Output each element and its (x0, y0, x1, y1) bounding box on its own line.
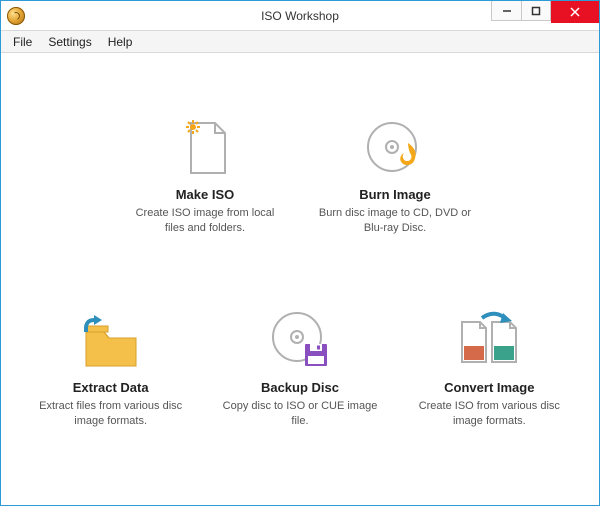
window-controls (491, 1, 599, 30)
make-iso-card[interactable]: Make ISO Create ISO image from local fil… (125, 113, 285, 236)
minimize-icon (502, 6, 512, 16)
close-icon (569, 6, 581, 18)
convert-image-desc: Create ISO from various disc image forma… (409, 399, 569, 429)
make-iso-title: Make ISO (125, 187, 285, 202)
action-grid: Make ISO Create ISO image from local fil… (21, 113, 579, 428)
make-iso-desc: Create ISO image from local files and fo… (125, 206, 285, 236)
menu-settings[interactable]: Settings (40, 33, 99, 51)
backup-disc-desc: Copy disc to ISO or CUE image file. (220, 399, 380, 429)
make-iso-icon (125, 113, 285, 177)
extract-data-card[interactable]: Extract Data Extract files from various … (31, 306, 191, 429)
extract-data-icon (31, 306, 191, 370)
maximize-icon (531, 6, 541, 16)
menu-file[interactable]: File (5, 33, 40, 51)
app-icon (7, 7, 25, 25)
maximize-button[interactable] (521, 1, 551, 21)
backup-disc-title: Backup Disc (220, 380, 380, 395)
burn-image-desc: Burn disc image to CD, DVD or Blu-ray Di… (315, 206, 475, 236)
convert-image-icon (409, 306, 569, 370)
burn-image-card[interactable]: Burn Image Burn disc image to CD, DVD or… (315, 113, 475, 236)
content-area: Make ISO Create ISO image from local fil… (1, 53, 599, 448)
convert-image-title: Convert Image (409, 380, 569, 395)
backup-disc-icon (220, 306, 380, 370)
backup-disc-card[interactable]: Backup Disc Copy disc to ISO or CUE imag… (220, 306, 380, 429)
burn-image-icon (315, 113, 475, 177)
minimize-button[interactable] (491, 1, 521, 21)
close-button[interactable] (551, 1, 599, 23)
titlebar: ISO Workshop (1, 1, 599, 31)
convert-image-card[interactable]: Convert Image Create ISO from various di… (409, 306, 569, 429)
extract-data-desc: Extract files from various disc image fo… (31, 399, 191, 429)
extract-data-title: Extract Data (31, 380, 191, 395)
menubar: File Settings Help (1, 31, 599, 53)
burn-image-title: Burn Image (315, 187, 475, 202)
menu-help[interactable]: Help (100, 33, 141, 51)
